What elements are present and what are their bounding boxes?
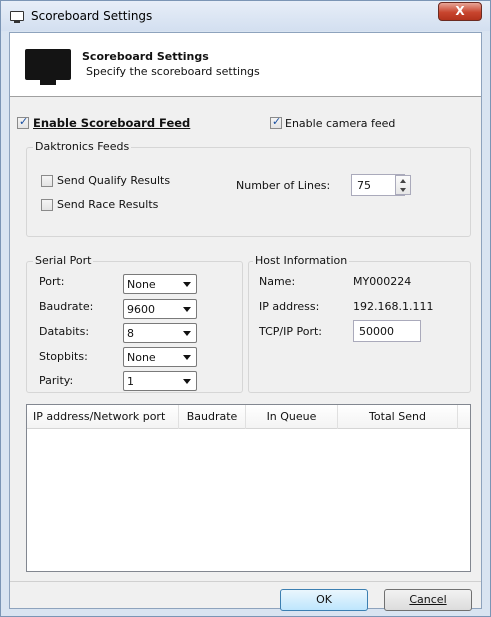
ok-button[interactable]: OK (280, 589, 368, 611)
chevron-down-icon (183, 282, 191, 287)
number-of-lines-value: 75 (357, 179, 371, 192)
tcp-port-value: 50000 (359, 325, 394, 338)
window-title: Scoreboard Settings (31, 9, 153, 23)
send-race-label[interactable]: Send Race Results (57, 198, 158, 211)
send-race-checkbox[interactable] (41, 199, 53, 211)
ip-address-value: 192.168.1.111 (353, 300, 434, 313)
column-header-total-send[interactable]: Total Send (338, 405, 458, 429)
cancel-button[interactable]: Cancel (384, 589, 472, 611)
databits-select[interactable]: 8 (123, 323, 197, 343)
tcp-port-label: TCP/IP Port: (259, 325, 322, 338)
port-select[interactable]: None (123, 274, 197, 294)
ip-address-label: IP address: (259, 300, 320, 313)
column-header-in-queue[interactable]: In Queue (246, 405, 338, 429)
send-qualify-label[interactable]: Send Qualify Results (57, 174, 170, 187)
spin-down-icon[interactable] (400, 188, 406, 192)
chevron-down-icon (183, 307, 191, 312)
baudrate-select[interactable]: 9600 (123, 299, 197, 319)
number-of-lines-label: Number of Lines: (236, 179, 331, 192)
stopbits-select[interactable]: None (123, 347, 197, 367)
stopbits-label: Stopbits: (39, 350, 88, 363)
chevron-down-icon (183, 355, 191, 360)
host-information-label: Host Information (253, 254, 350, 267)
number-of-lines-spinner[interactable] (395, 175, 411, 195)
spin-up-icon[interactable] (400, 179, 406, 183)
daktronics-feeds-label: Daktronics Feeds (33, 140, 132, 153)
enable-scoreboard-checkbox[interactable] (17, 115, 29, 129)
port-value: None (127, 278, 156, 291)
scoreboard-settings-dialog: Scoreboard Settings X Scoreboard Setting… (0, 0, 491, 617)
port-label: Port: (39, 275, 65, 288)
connections-list-header: IP address/Network port Baudrate In Queu… (27, 405, 470, 429)
dialog-client-area: Scoreboard Settings Specify the scoreboa… (9, 32, 482, 611)
tcp-port-input[interactable]: 50000 (353, 320, 421, 342)
baudrate-value: 9600 (127, 303, 155, 316)
column-header-ip[interactable]: IP address/Network port (27, 405, 179, 429)
footer-divider (10, 581, 481, 582)
enable-scoreboard-label[interactable]: Enable Scoreboard Feed (33, 116, 190, 130)
send-qualify-checkbox[interactable] (41, 175, 53, 187)
serial-port-label: Serial Port (33, 254, 94, 267)
header-subtitle: Specify the scoreboard settings (86, 65, 260, 78)
enable-camera-label[interactable]: Enable camera feed (285, 117, 395, 130)
window-monitor-icon (10, 11, 24, 23)
header-title: Scoreboard Settings (82, 50, 209, 63)
parity-value: 1 (127, 375, 134, 388)
monitor-icon (25, 49, 71, 85)
connections-list[interactable]: IP address/Network port Baudrate In Queu… (26, 404, 471, 572)
stopbits-value: None (127, 351, 156, 364)
parity-label: Parity: (39, 374, 74, 387)
databits-value: 8 (127, 327, 134, 340)
baudrate-label: Baudrate: (39, 300, 94, 313)
parity-select[interactable]: 1 (123, 371, 197, 391)
chevron-down-icon (183, 331, 191, 336)
column-header-baudrate[interactable]: Baudrate (179, 405, 246, 429)
host-name-value: MY000224 (353, 275, 412, 288)
close-button[interactable]: X (438, 2, 482, 21)
title-bar[interactable]: Scoreboard Settings X (1, 1, 490, 31)
host-name-label: Name: (259, 275, 296, 288)
enable-camera-checkbox[interactable] (270, 115, 282, 129)
chevron-down-icon (183, 379, 191, 384)
header-panel: Scoreboard Settings Specify the scoreboa… (10, 33, 481, 97)
databits-label: Databits: (39, 325, 90, 338)
